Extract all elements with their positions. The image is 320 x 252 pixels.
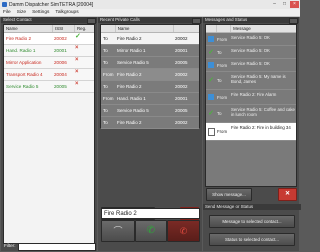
message-icon bbox=[208, 94, 214, 100]
call-row[interactable]: From Fire Radio 2 20002 bbox=[101, 69, 199, 81]
delete-message-button[interactable]: ✕ bbox=[278, 188, 297, 201]
call-row[interactable]: To Service Radio 5 20005 bbox=[101, 57, 199, 69]
col-name[interactable]: Name bbox=[4, 25, 53, 32]
minimize-icon[interactable]: – bbox=[270, 1, 279, 8]
col-name[interactable]: Name bbox=[116, 25, 174, 32]
message-icon bbox=[208, 62, 214, 68]
filter-input[interactable] bbox=[18, 243, 96, 251]
recent-calls-table: Name To Fire Radio 2 20002 To Mirror Rad… bbox=[100, 24, 200, 129]
menu-settings[interactable]: Settings bbox=[29, 9, 52, 16]
messages-header: Messages and Status bbox=[203, 17, 299, 24]
call-row[interactable]: To Fire Radio 2 20002 bbox=[101, 33, 199, 45]
message-row[interactable]: ✓ To Service Radio 5: OK bbox=[206, 46, 296, 59]
messages-panel: Messages and Status Message From Service… bbox=[203, 17, 301, 251]
col-issi[interactable]: ISSI bbox=[53, 25, 75, 32]
col-icon[interactable] bbox=[206, 25, 217, 32]
document-icon bbox=[207, 127, 215, 136]
call-row[interactable]: From Hand. Radio 1 20001 bbox=[101, 93, 199, 105]
menu-talkgroups[interactable]: Talkgroups bbox=[52, 9, 81, 16]
menu-file[interactable]: File bbox=[0, 9, 14, 16]
message-row[interactable]: From Fire Radio 2: Fire Alarm bbox=[206, 90, 296, 105]
select-contact-panel: Select Contact Name ISSI Reg. Fire Radio… bbox=[1, 17, 97, 251]
call-row[interactable]: To Fire Radio 2 20002 bbox=[101, 117, 199, 129]
table-row[interactable]: Fire Radio 2 20002 ✓ bbox=[4, 33, 94, 45]
messages-table-header: Message bbox=[206, 25, 296, 33]
emergency-call-button[interactable]: ✆ bbox=[167, 220, 200, 242]
col-direction[interactable] bbox=[217, 25, 232, 32]
filter-label: Filter: bbox=[4, 243, 16, 248]
show-message-button[interactable]: Show message... bbox=[206, 188, 252, 201]
registered-check-icon: ✓ bbox=[75, 33, 81, 40]
send-section-header: Send Message or Status bbox=[203, 204, 301, 210]
message-row[interactable]: ✓ To Service Radio 5: My name is Bond, J… bbox=[206, 72, 296, 90]
window-title: Damm Dispatcher SimTETRA [20004] bbox=[9, 1, 94, 8]
messages-table: Message From Service Radio 5: OK ✓ To Se… bbox=[205, 24, 297, 187]
app-icon bbox=[2, 2, 7, 7]
menu-bar: File Size Settings Talkgroups bbox=[0, 9, 300, 17]
not-registered-icon: × bbox=[75, 57, 79, 63]
col-direction[interactable] bbox=[101, 25, 116, 32]
delivered-check-icon: ✓ bbox=[208, 77, 214, 84]
recent-calls-table-header: Name bbox=[101, 25, 199, 33]
table-row[interactable]: Mirror Application 20006 × bbox=[4, 57, 94, 69]
menu-size[interactable]: Size bbox=[14, 9, 29, 16]
selected-contact-field[interactable]: Fire Radio 2 bbox=[101, 208, 200, 219]
close-icon[interactable]: × bbox=[290, 1, 299, 8]
table-row[interactable]: Hand. Radio 1 20001 × bbox=[4, 45, 94, 57]
window-controls: – □ × bbox=[270, 1, 299, 8]
call-row[interactable]: To Mirror Radio 1 20001 bbox=[101, 45, 199, 57]
delivered-check-icon: ✓ bbox=[208, 110, 214, 117]
call-row[interactable]: To Service Radio 5 20005 bbox=[101, 105, 199, 117]
message-row[interactable]: From Service Radio 5: OK bbox=[206, 33, 296, 46]
table-row[interactable]: Service Radio 5 20005 × bbox=[4, 81, 94, 93]
not-registered-icon: × bbox=[75, 45, 79, 51]
call-row[interactable]: To Fire Radio 2 20002 bbox=[101, 81, 199, 93]
phone-emergency-icon: ✆ bbox=[179, 226, 188, 236]
hangup-button[interactable]: ⌒ bbox=[101, 220, 135, 242]
call-button[interactable]: ✆ bbox=[135, 220, 167, 242]
message-to-contact-button[interactable]: Message to selected contact... bbox=[209, 215, 295, 228]
col-issi[interactable] bbox=[174, 25, 199, 32]
message-row[interactable]: From Service Radio 5: OK bbox=[206, 59, 296, 72]
maximize-icon[interactable]: □ bbox=[280, 1, 289, 8]
contact-table: Name ISSI Reg. Fire Radio 2 20002 ✓ Hand… bbox=[3, 24, 95, 244]
delivered-check-icon: ✓ bbox=[208, 48, 214, 56]
not-registered-icon: × bbox=[75, 69, 79, 75]
col-reg[interactable]: Reg. bbox=[75, 25, 94, 32]
call-controls: ⌒ ✆ ✆ bbox=[98, 220, 202, 251]
contact-table-header: Name ISSI Reg. bbox=[4, 25, 94, 33]
message-icon bbox=[208, 36, 214, 42]
status-to-contact-button[interactable]: Status to selected contact... bbox=[209, 233, 295, 246]
message-row[interactable]: ✓ To Service Radio 5: Coffee and cake in… bbox=[206, 105, 296, 123]
col-message[interactable]: Message bbox=[231, 25, 296, 32]
not-registered-icon: × bbox=[75, 81, 79, 87]
phone-call-icon: ✆ bbox=[146, 225, 156, 236]
select-contact-header: Select Contact bbox=[1, 17, 97, 24]
table-row[interactable]: Transport Radio 4 20004 × bbox=[4, 69, 94, 81]
delete-icon: ✕ bbox=[284, 191, 291, 197]
recent-calls-header: Recent Private Calls bbox=[98, 17, 202, 24]
message-row[interactable]: From Fire Radio 2: Fire in building 34 bbox=[206, 123, 296, 141]
phone-hangup-icon: ⌒ bbox=[113, 226, 123, 236]
